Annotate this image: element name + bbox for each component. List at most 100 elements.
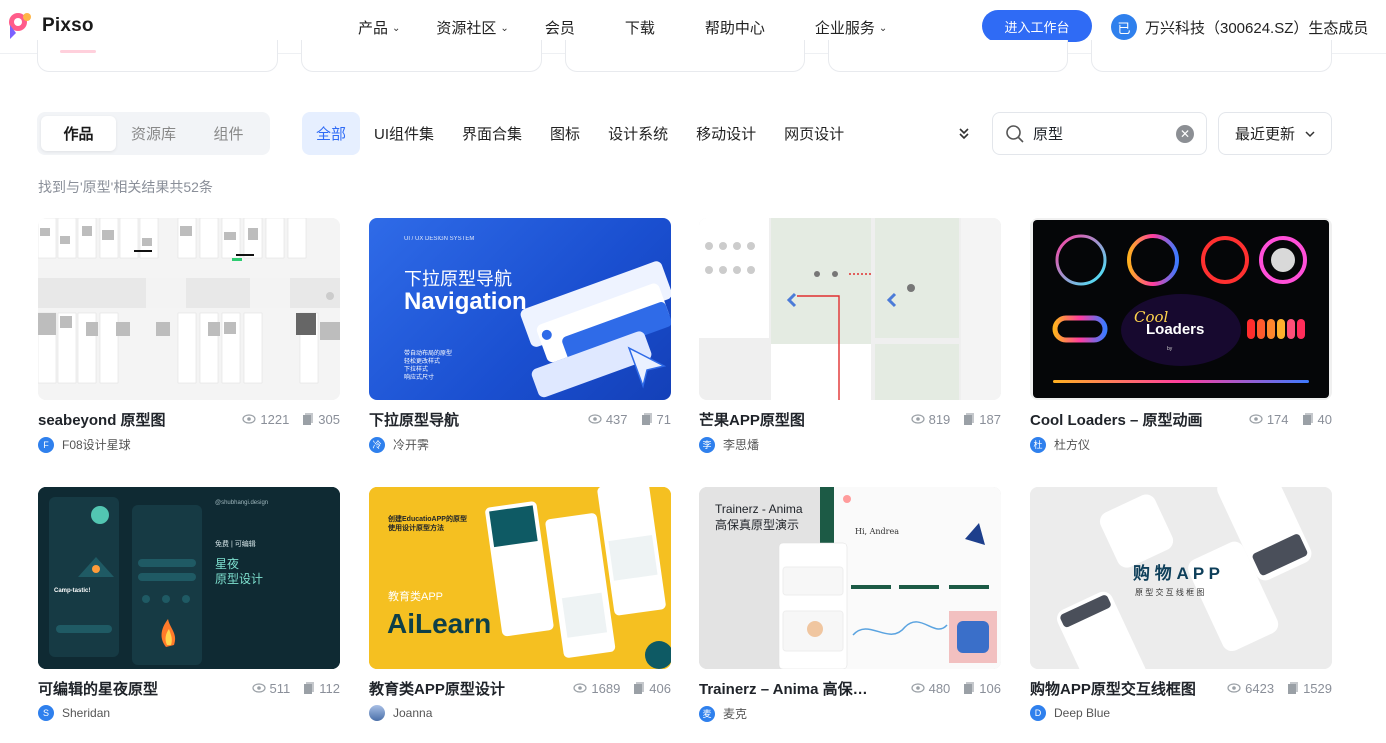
nav-label: 企业服务	[814, 19, 875, 37]
filter-design-system[interactable]: 设计系统	[594, 112, 682, 155]
card-thumbnail[interactable]	[699, 218, 1001, 400]
card-title[interactable]: 芒果APP原型图	[699, 409, 897, 430]
card-author[interactable]: S Sheridan	[38, 705, 340, 721]
nav-item-help[interactable]: 帮助中心	[705, 17, 765, 38]
top-card-partial	[565, 40, 805, 72]
filter-screens[interactable]: 界面合集	[448, 112, 536, 155]
nav-item-community[interactable]: 资源社区 ⌄	[436, 17, 508, 38]
chevron-down-icon: ⌄	[878, 22, 888, 34]
thumb-handle: @shubhangi.design	[215, 500, 269, 506]
filter-mobile[interactable]: 移动设计	[682, 112, 770, 155]
enter-workspace-button[interactable]: 进入工作台	[982, 10, 1092, 42]
author-name: Joanna	[393, 706, 433, 720]
filter-ui-kit[interactable]: UI组件集	[360, 112, 448, 155]
design-card[interactable]: UI / UX DESIGN SYSTEM 下拉原型导航 Navigation …	[369, 218, 671, 453]
copy-icon	[964, 413, 975, 425]
filter-icons[interactable]: 图标	[536, 112, 594, 155]
design-card[interactable]: Trainerz - Anima 高保真原型演示 Hi, Andrea Trai…	[699, 487, 1001, 722]
map-app-wireframe-image	[699, 218, 1001, 400]
card-thumbnail[interactable]: Trainerz - Anima 高保真原型演示 Hi, Andrea	[699, 487, 1001, 669]
tab-library[interactable]: 资源库	[116, 116, 191, 151]
copies-count: 106	[979, 680, 1001, 696]
design-card[interactable]: 创建EducatioAPP的原型 使用设计原型方法 教育类APP AiLearn…	[369, 487, 671, 721]
card-title[interactable]: Trainerz – Anima 高保…	[699, 678, 897, 699]
card-thumbnail[interactable]: 购 物 A P P 原 型 交 互 线 框 图	[1030, 487, 1332, 669]
ecosystem-member[interactable]: 已 万兴科技（300624.SZ）生态成员	[1111, 14, 1368, 40]
card-author[interactable]: F F08设计星球	[38, 436, 340, 453]
author-avatar: 杜	[1030, 436, 1046, 453]
views-stat: 437	[588, 412, 628, 427]
search-box[interactable]: 原型 ✕	[992, 112, 1207, 155]
content-type-tabs: 作品 资源库 组件	[37, 112, 270, 155]
design-card[interactable]: seabeyond 原型图 1221 305 F F08设计星球	[38, 218, 340, 453]
thumb-kicker: UI / UX DESIGN SYSTEM	[404, 236, 475, 242]
author-name: 杜方仪	[1054, 438, 1091, 452]
pixso-logo[interactable]: Pixso	[6, 11, 94, 41]
copy-icon	[1288, 682, 1299, 694]
card-title[interactable]: 下拉原型导航	[369, 409, 574, 430]
thumb-big: AiLearn	[387, 608, 492, 639]
card-author[interactable]: 杜 杜方仪	[1030, 436, 1332, 453]
card-title[interactable]: 购物APP原型交互线框图	[1030, 678, 1213, 699]
chevron-down-icon	[1305, 130, 1315, 137]
design-card[interactable]: Cool Loaders by Cool Loaders – 原型动画 174 …	[1030, 218, 1332, 453]
eye-icon	[910, 414, 925, 424]
nav-label: 帮助中心	[704, 19, 765, 37]
thumb-line: 创建EducatioAPP的原型	[388, 516, 467, 523]
card-author[interactable]: 冷 冷开霁	[369, 436, 671, 453]
eye-icon	[1249, 414, 1263, 424]
card-author[interactable]: 麦 麦克	[699, 705, 1001, 722]
author-avatar: D	[1030, 705, 1046, 721]
copies-count: 71	[656, 411, 671, 427]
eye-icon	[588, 414, 602, 424]
copy-icon	[303, 413, 314, 425]
nav-item-product[interactable]: 产品 ⌄	[358, 17, 400, 38]
card-title[interactable]: 可编辑的星夜原型	[38, 678, 238, 699]
copy-icon	[634, 682, 645, 694]
design-card[interactable]: @shubhangi.design 免费 | 可编辑 星夜 原型设计 Camp-…	[38, 487, 340, 721]
thumb-line: 高保真原型演示	[715, 518, 800, 532]
views-count: 819	[928, 411, 951, 427]
copies-count: 305	[318, 411, 340, 427]
card-thumbnail[interactable]: @shubhangi.design 免费 | 可编辑 星夜 原型设计 Camp-…	[38, 487, 340, 669]
nav-label: 产品	[358, 19, 389, 37]
author-name: Sheridan	[62, 706, 111, 720]
navigation-mockup-illustration	[520, 261, 671, 398]
filter-all[interactable]: 全部	[302, 112, 361, 155]
views-count: 480	[928, 680, 951, 696]
card-thumbnail[interactable]	[38, 218, 340, 400]
nav-item-download[interactable]: 下载	[625, 17, 655, 38]
design-card[interactable]: 芒果APP原型图 819 187 李 李思燔	[699, 218, 1001, 453]
thumb-bullets: 带自动布局的原型 轻松更改样式 下拉样式 响应式尺寸	[404, 350, 452, 382]
design-card[interactable]: 购 物 A P P 原 型 交 互 线 框 图 购物APP原型交互线框图 642…	[1030, 487, 1332, 721]
result-count: 找到与'原型'相关结果共52条	[38, 179, 213, 195]
nav-item-membership[interactable]: 会员	[545, 17, 575, 38]
copies-stat: 1529	[1288, 681, 1332, 696]
tab-components[interactable]: 组件	[191, 116, 266, 151]
sort-dropdown[interactable]: 最近更新	[1218, 112, 1332, 155]
bullet: 响应式尺寸	[404, 375, 435, 381]
card-author[interactable]: D Deep Blue	[1030, 705, 1332, 721]
bullet: 下拉样式	[404, 367, 429, 373]
card-title[interactable]: seabeyond 原型图	[38, 409, 228, 430]
clear-search-icon[interactable]: ✕	[1176, 124, 1194, 143]
filter-web[interactable]: 网页设计	[770, 112, 858, 155]
tab-works[interactable]: 作品	[41, 116, 116, 151]
card-thumbnail[interactable]: Cool Loaders by	[1030, 218, 1332, 400]
card-author[interactable]: Joanna	[369, 705, 671, 721]
loaders-word2: Loaders	[1146, 321, 1205, 338]
author-name: F08设计星球	[62, 438, 131, 452]
nav-label: 会员	[544, 19, 575, 37]
double-chevron-down-icon[interactable]	[958, 126, 970, 140]
views-stat: 511	[251, 681, 290, 696]
card-title[interactable]: 教育类APP原型设计	[369, 678, 559, 699]
sort-label: 最近更新	[1234, 126, 1295, 143]
card-author[interactable]: 李 李思燔	[699, 436, 1001, 453]
top-card-partial	[1091, 40, 1332, 72]
card-thumbnail[interactable]: 创建EducatioAPP的原型 使用设计原型方法 教育类APP AiLearn	[369, 487, 671, 669]
card-title[interactable]: Cool Loaders – 原型动画	[1030, 409, 1235, 430]
search-input[interactable]: 原型	[1033, 123, 1176, 144]
bullet: 轻松更改样式	[404, 359, 441, 365]
nav-item-enterprise[interactable]: 企业服务 ⌄	[815, 17, 887, 38]
card-thumbnail[interactable]: UI / UX DESIGN SYSTEM 下拉原型导航 Navigation …	[369, 218, 671, 400]
